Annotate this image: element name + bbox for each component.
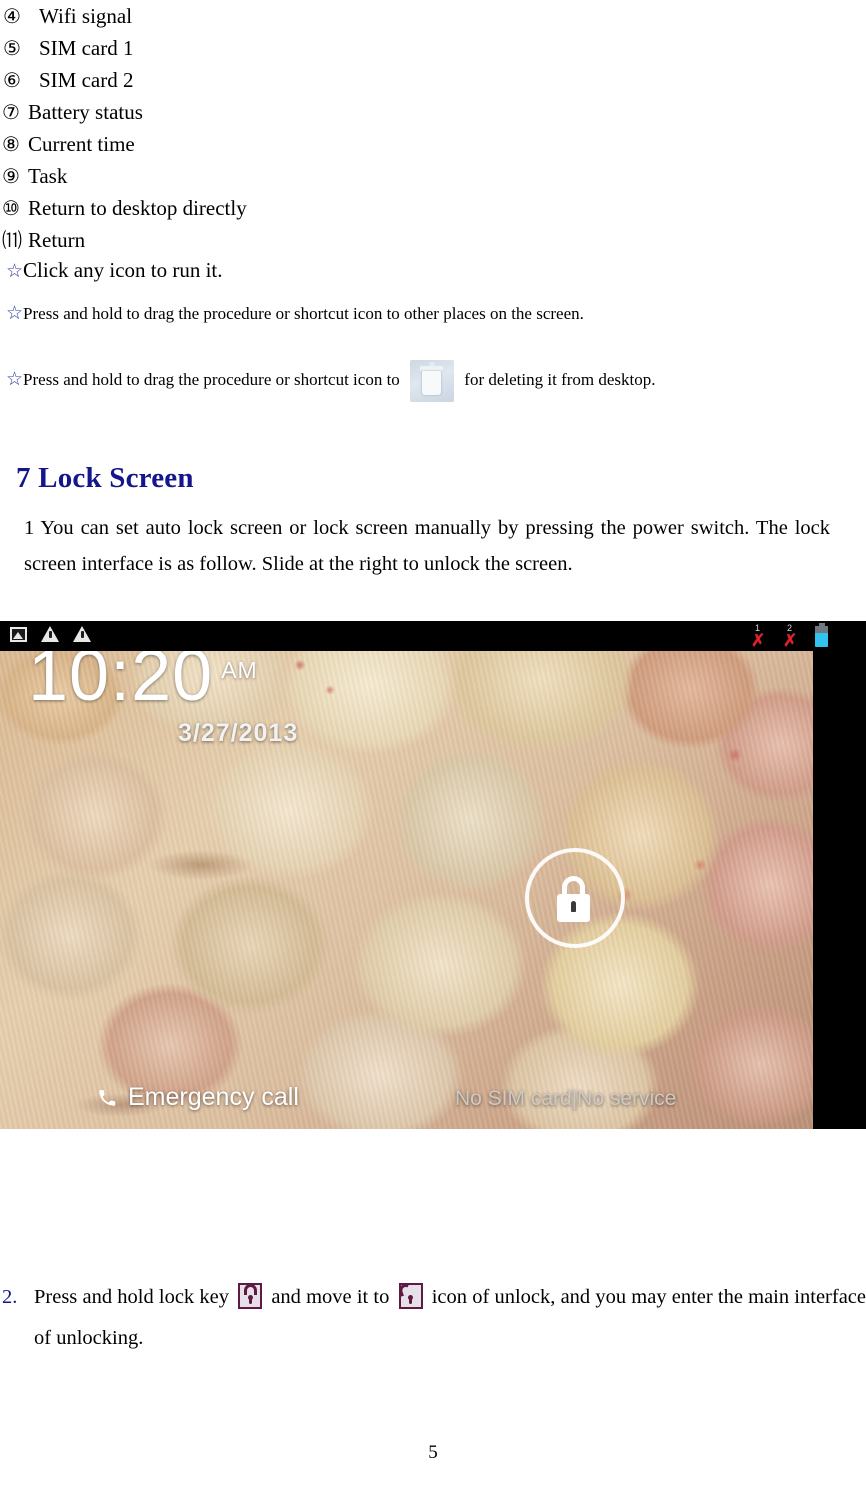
- sim2-x-mark: ✗: [783, 631, 798, 650]
- legend-marker: ⑧: [2, 134, 20, 156]
- page-number: 5: [428, 1442, 438, 1463]
- lockscreen-figure: 1 ✗ 2 ✗ 10:20 AM 3/27/2013 Emergency call…: [0, 621, 866, 1129]
- legend-marker: ④: [3, 6, 21, 28]
- star-icon: ☆: [6, 367, 24, 390]
- list-item: ⑾ Return: [0, 224, 520, 256]
- lockscreen-footer: Emergency call No SIM card|No service: [0, 1079, 813, 1119]
- section-body-text: 1 You can set auto lock screen or lock s…: [24, 517, 830, 575]
- star-bullet-text-after: for deleting it from desktop.: [464, 369, 656, 389]
- star-bullet-line-2: ☆Press and hold to drag the procedure or…: [6, 302, 584, 324]
- clock-date: 3/27/2013: [178, 719, 299, 747]
- legend-label: SIM card 2: [39, 68, 134, 92]
- status-bar-left-icons: [10, 626, 91, 642]
- step-2-text-part2: and move it to: [271, 1286, 390, 1308]
- star-bullet-text: Press and hold to drag the procedure or …: [23, 304, 584, 323]
- trash-can-icon: [410, 360, 455, 402]
- legend-label: Return: [28, 228, 86, 252]
- android-status-bar: 1 ✗ 2 ✗: [0, 621, 866, 651]
- service-status-text: No SIM card|No service: [455, 1087, 677, 1110]
- star-icon: ☆: [6, 302, 24, 324]
- clock-ampm: AM: [221, 657, 258, 683]
- list-item: ⑥ SIM card 2: [0, 64, 520, 96]
- lock-unlock-handle[interactable]: [525, 848, 625, 948]
- legend-label: SIM card 1: [39, 36, 134, 60]
- list-item: ⑦ Battery status: [0, 96, 520, 128]
- step-2-paragraph: 2. Press and hold lock key and move it t…: [0, 1277, 866, 1359]
- battery-empty-portion: [815, 626, 828, 633]
- status-icon-legend-list: ④ Wifi signal ⑤ SIM card 1 ⑥ SIM card 2 …: [0, 0, 520, 256]
- lock-keyhole-stem: [248, 1297, 252, 1304]
- status-bar-right-icons: 1 ✗ 2 ✗: [751, 623, 828, 650]
- emergency-call-label: Emergency call: [128, 1083, 299, 1111]
- sim2-no-signal-icon: 2 ✗: [783, 623, 799, 650]
- legend-label: Task: [28, 164, 68, 188]
- list-item: ④ Wifi signal: [0, 0, 520, 32]
- legend-marker: ⑦: [2, 102, 20, 124]
- lock-open-icon: [397, 1282, 423, 1309]
- step-2-text-part1: Press and hold lock key: [34, 1286, 229, 1308]
- sim1-x-mark: ✗: [751, 631, 766, 650]
- legend-label: Current time: [28, 132, 135, 156]
- star-bullet-line-3: ☆Press and hold to drag the procedure or…: [6, 360, 656, 402]
- list-item: ⑤ SIM card 1: [0, 32, 520, 64]
- lock-keyhole-stem: [409, 1297, 413, 1304]
- step-2-body: Press and hold lock key and move it to i…: [34, 1277, 866, 1359]
- emergency-call-button[interactable]: Emergency call: [98, 1083, 299, 1112]
- lockscreen-clock: 10:20 AM 3/27/2013: [28, 639, 298, 748]
- list-item: ⑨ Task: [0, 160, 520, 192]
- lock-shackle: [243, 1284, 257, 1295]
- legend-marker: ⑨: [2, 166, 20, 188]
- section-heading: 7 Lock Screen: [16, 462, 194, 494]
- legend-label: Battery status: [28, 100, 143, 124]
- battery-icon: [815, 623, 828, 647]
- legend-label: Wifi signal: [39, 4, 133, 28]
- trash-body: [422, 371, 442, 395]
- padlock-keyhole: [571, 901, 576, 912]
- list-item: ⑧ Current time: [0, 128, 520, 160]
- list-item: ⑩ Return to desktop directly: [0, 192, 520, 224]
- warning-icon: [73, 626, 91, 642]
- star-bullet-text: Click any icon to run it.: [23, 258, 223, 282]
- step-2-number: 2.: [2, 1286, 18, 1308]
- warning-icon: [41, 626, 59, 642]
- legend-marker: ⑥: [3, 70, 21, 92]
- star-bullet-text-before: Press and hold to drag the procedure or …: [23, 369, 400, 389]
- gallery-icon: [10, 626, 27, 642]
- sim1-no-signal-icon: 1 ✗: [751, 623, 767, 650]
- lock-closed-icon: [238, 1283, 263, 1309]
- legend-marker: ⑾: [2, 230, 22, 252]
- legend-label: Return to desktop directly: [28, 196, 247, 220]
- legend-marker: ⑤: [3, 38, 21, 60]
- phone-icon: [99, 1089, 116, 1106]
- legend-marker: ⑩: [2, 198, 20, 220]
- star-bullet-line-1: ☆Click any icon to run it.: [6, 258, 223, 283]
- star-icon: ☆: [6, 260, 24, 282]
